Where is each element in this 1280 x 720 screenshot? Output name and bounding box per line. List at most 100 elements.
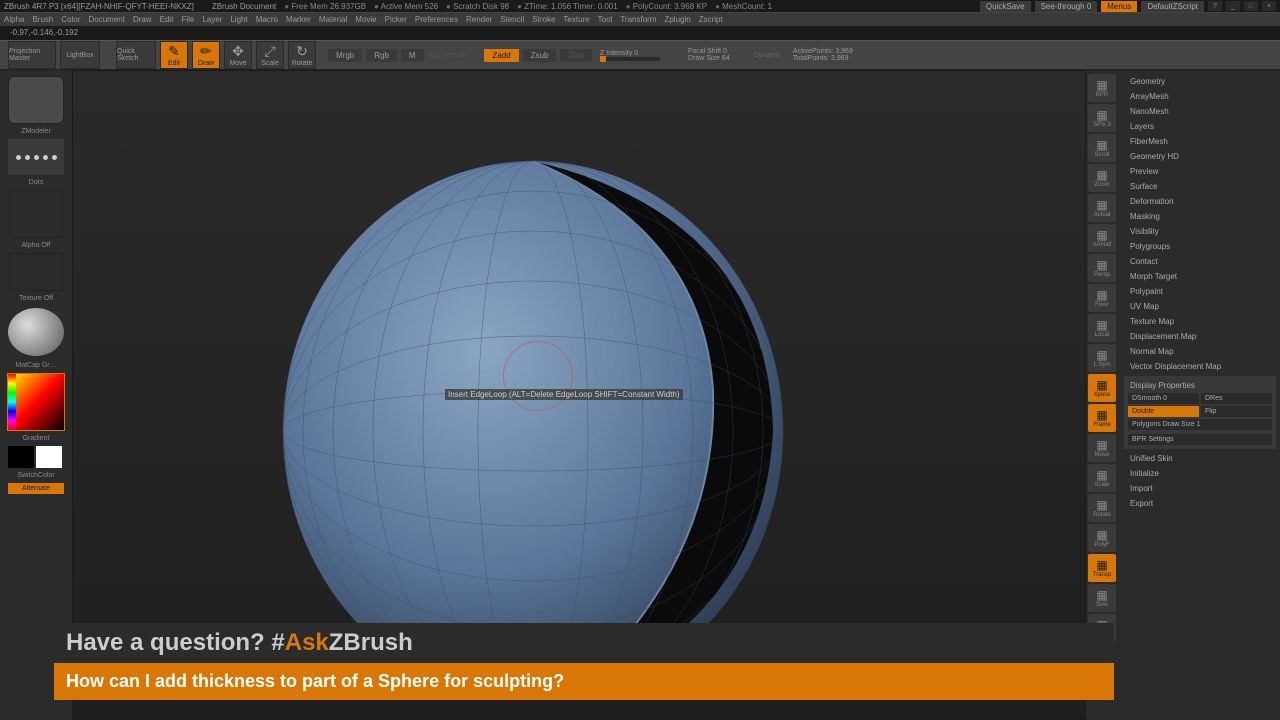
dsmooth-slider[interactable]: DSmooth 0 (1128, 393, 1199, 404)
alpha-thumbnail[interactable] (8, 190, 64, 238)
help-icon[interactable]: ? (1208, 1, 1222, 11)
edit-button[interactable]: ✎Edit (160, 41, 188, 69)
projection-master-button[interactable]: Projection Master (8, 41, 56, 69)
dres-slider[interactable]: DRes (1201, 393, 1272, 404)
panel-visibility[interactable]: Visibility (1124, 224, 1276, 239)
secondary-color[interactable] (8, 446, 34, 468)
right-tool-persp[interactable]: ▦Persp (1088, 254, 1116, 282)
maximize-icon[interactable]: □ (1244, 1, 1258, 11)
panel-deformation[interactable]: Deformation (1124, 194, 1276, 209)
right-tool-frame[interactable]: ▦Frame (1088, 404, 1116, 432)
mrgb-button[interactable]: Mrgb (328, 49, 362, 62)
texture-thumbnail[interactable] (8, 253, 64, 291)
panel-polypaint[interactable]: Polypaint (1124, 284, 1276, 299)
flip-button[interactable]: Flip (1201, 406, 1272, 417)
right-tool-scroll[interactable]: ▦Scroll (1088, 134, 1116, 162)
panel-surface[interactable]: Surface (1124, 179, 1276, 194)
menu-file[interactable]: File (181, 15, 194, 24)
panel-arraymesh[interactable]: ArrayMesh (1124, 89, 1276, 104)
stroke-thumbnail[interactable] (8, 139, 64, 175)
right-tool-solo[interactable]: ▦Solo (1088, 584, 1116, 612)
gradient-label[interactable]: Gradient (4, 435, 68, 442)
menu-brush[interactable]: Brush (32, 15, 53, 24)
right-tool-spix3[interactable]: ▦SPix 3 (1088, 104, 1116, 132)
rotate-button[interactable]: ↻Rotate (288, 41, 316, 69)
menu-render[interactable]: Render (466, 15, 492, 24)
menu-tool[interactable]: Tool (598, 15, 613, 24)
panel-normal-map[interactable]: Normal Map (1124, 344, 1276, 359)
zcut-button[interactable]: Zcut (560, 49, 592, 62)
primary-color[interactable] (36, 446, 62, 468)
alternate-button[interactable]: Alternate (8, 483, 64, 494)
move-button[interactable]: ✥Move (224, 41, 252, 69)
right-tool-xpose[interactable]: ▦Xpose (1088, 374, 1116, 402)
menu-stencil[interactable]: Stencil (500, 15, 524, 24)
polygons-drawsize[interactable]: Polygons Draw Size 1 (1128, 419, 1272, 430)
right-tool-l.sym[interactable]: ▦L.Sym (1088, 344, 1116, 372)
seethrough-slider[interactable]: See-through 0 (1035, 1, 1098, 12)
quicksketch-button[interactable]: Quick Sketch (116, 41, 156, 69)
panel-export[interactable]: Export (1124, 496, 1276, 511)
menu-stroke[interactable]: Stroke (532, 15, 555, 24)
menu-movie[interactable]: Movie (355, 15, 376, 24)
material-thumbnail[interactable] (8, 308, 64, 356)
menu-material[interactable]: Material (319, 15, 347, 24)
panel-geometry-hd[interactable]: Geometry HD (1124, 149, 1276, 164)
brush-thumbnail[interactable] (8, 76, 64, 124)
focalshift-slider[interactable]: Focal Shift 0 (688, 48, 730, 55)
panel-polygroups[interactable]: Polygroups (1124, 239, 1276, 254)
panel-nanomesh[interactable]: NanoMesh (1124, 104, 1276, 119)
switchcolor-button[interactable]: SwitchColor (4, 472, 68, 479)
menu-marker[interactable]: Marker (286, 15, 311, 24)
menu-transform[interactable]: Transform (620, 15, 656, 24)
menu-draw[interactable]: Draw (133, 15, 152, 24)
panel-import[interactable]: Import (1124, 481, 1276, 496)
drawsize-slider[interactable]: Draw Size 64 (688, 55, 730, 62)
menu-zscript[interactable]: Zscript (699, 15, 723, 24)
zadd-button[interactable]: Zadd (484, 49, 518, 62)
double-button[interactable]: Double (1128, 406, 1199, 417)
menu-color[interactable]: Color (61, 15, 80, 24)
right-tool-zoom[interactable]: ▦Zoom (1088, 164, 1116, 192)
panel-morph-target[interactable]: Morph Target (1124, 269, 1276, 284)
right-tool-transp[interactable]: ▦Transp (1088, 554, 1116, 582)
panel-texture-map[interactable]: Texture Map (1124, 314, 1276, 329)
menu-macro[interactable]: Macro (256, 15, 278, 24)
display-properties[interactable]: Display Properties (1128, 380, 1272, 391)
right-tool-scale[interactable]: ▦Scale (1088, 464, 1116, 492)
panel-fibermesh[interactable]: FiberMesh (1124, 134, 1276, 149)
panel-masking[interactable]: Masking (1124, 209, 1276, 224)
panel-unified-skin[interactable]: Unified Skin (1124, 451, 1276, 466)
panel-vector-displacement-map[interactable]: Vector Displacement Map (1124, 359, 1276, 374)
menu-document[interactable]: Document (89, 15, 125, 24)
menu-edit[interactable]: Edit (160, 15, 174, 24)
panel-layers[interactable]: Layers (1124, 119, 1276, 134)
lightbox-button[interactable]: LightBox (60, 41, 100, 69)
right-tool-floor[interactable]: ▦Floor (1088, 284, 1116, 312)
defaultzscript-button[interactable]: DefaultZScript (1141, 1, 1204, 12)
minimize-icon[interactable]: _ (1226, 1, 1240, 11)
m-button[interactable]: M (401, 49, 424, 62)
panel-geometry[interactable]: Geometry (1124, 74, 1276, 89)
right-tool-local[interactable]: ▦Local (1088, 314, 1116, 342)
draw-button[interactable]: ✏Draw (192, 41, 220, 69)
panel-uv-map[interactable]: UV Map (1124, 299, 1276, 314)
right-tool-bpr[interactable]: ▦BPR (1088, 74, 1116, 102)
quicksave-button[interactable]: QuickSave (980, 1, 1031, 12)
panel-preview[interactable]: Preview (1124, 164, 1276, 179)
panel-initialize[interactable]: Initialize (1124, 466, 1276, 481)
menu-picker[interactable]: Picker (385, 15, 407, 24)
zintensity-slider[interactable]: Z Intensity 0 (600, 50, 660, 57)
right-tool-actual[interactable]: ▦Actual (1088, 194, 1116, 222)
menus-button[interactable]: Menus (1101, 1, 1137, 12)
menu-zplugin[interactable]: Zplugin (664, 15, 690, 24)
scale-button[interactable]: ⤢Scale (256, 41, 284, 69)
rgb-button[interactable]: Rgb (366, 49, 397, 62)
bpr-settings[interactable]: BPR Settings (1128, 434, 1272, 445)
right-tool-aahalf[interactable]: ▦AAHalf (1088, 224, 1116, 252)
color-picker[interactable] (7, 373, 65, 431)
close-icon[interactable]: × (1262, 1, 1276, 11)
zsub-button[interactable]: Zsub (523, 49, 557, 62)
panel-displacement-map[interactable]: Displacement Map (1124, 329, 1276, 344)
menu-texture[interactable]: Texture (563, 15, 589, 24)
